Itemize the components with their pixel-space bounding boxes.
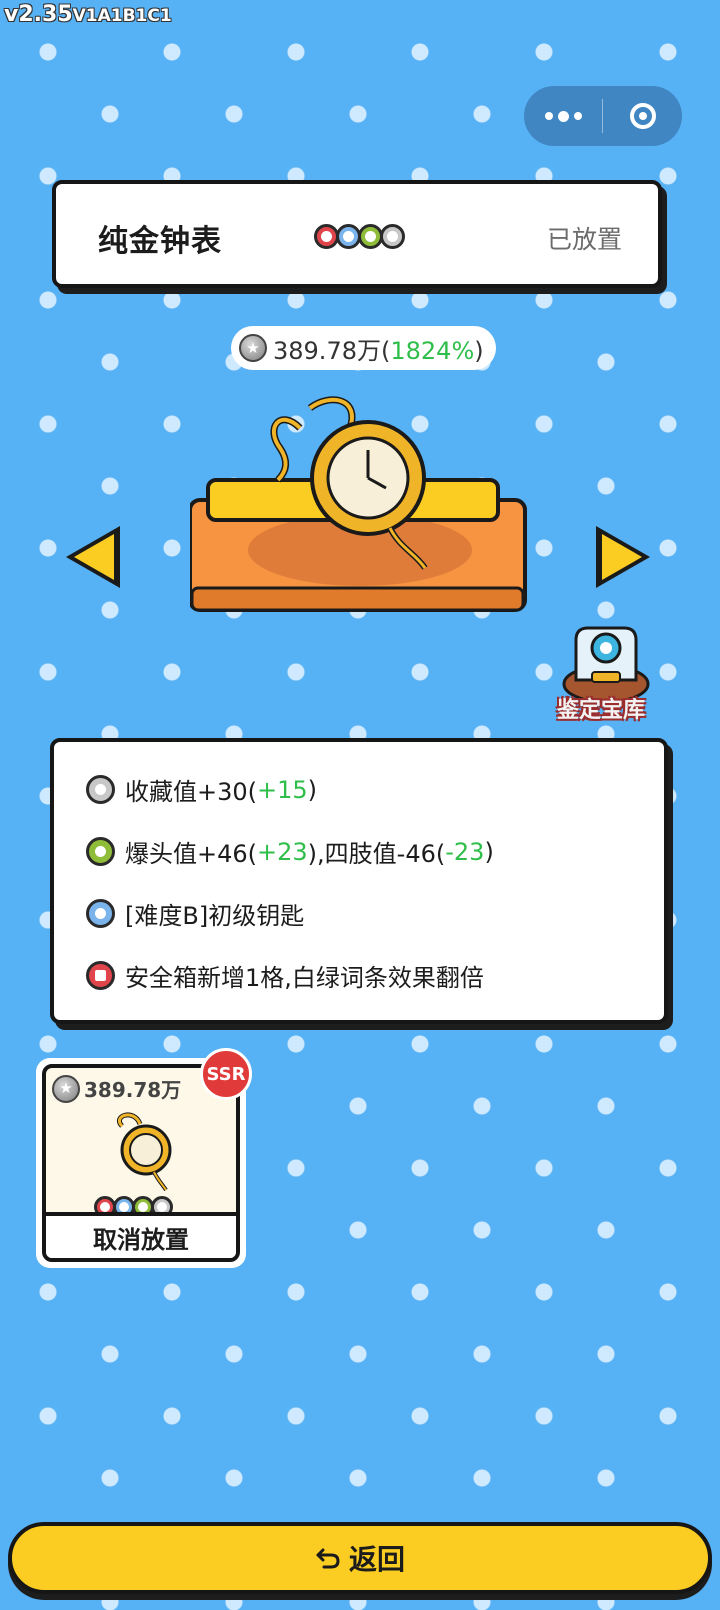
stat-collection: 收藏值+30(+15)	[86, 772, 317, 807]
gold-watch-thumbnail	[117, 1112, 172, 1192]
stat-safe-box: 安全箱新增1格,白绿词条效果翻倍	[86, 958, 484, 993]
red-gem-icon	[86, 961, 115, 990]
cancel-placement-button[interactable]: 取消放置	[46, 1212, 236, 1258]
price-value: 389.78万	[273, 336, 381, 365]
coin-icon: ★	[239, 334, 267, 362]
back-button-label: 返回	[348, 1543, 405, 1576]
more-dots-icon[interactable]	[524, 86, 602, 146]
gem-row	[314, 224, 405, 249]
item-title-card: 纯金钟表 已放置	[52, 180, 662, 288]
price-pill: ★ 389.78万(1824%)	[231, 326, 496, 370]
mini-program-capsule	[524, 86, 682, 146]
stat-key: [难度B]初级钥匙	[86, 896, 304, 931]
coin-icon: ★	[52, 1074, 80, 1103]
price-percent: 1824%	[390, 336, 475, 365]
back-button[interactable]: 返回	[8, 1522, 712, 1594]
item-card-price: ★ 389.78万	[52, 1074, 181, 1103]
appraisal-vault-label[interactable]: 鉴定宝库	[557, 692, 645, 724]
green-gem-icon	[86, 837, 115, 866]
version-label: v2.35V1A1B1C1	[4, 2, 172, 27]
display-pedestal-with-gold-watch	[190, 396, 527, 612]
attributes-card: 收藏值+30(+15) 爆头值+46(+23),四肢值-46(-23) [难度B…	[50, 738, 668, 1024]
item-name: 纯金钟表	[98, 224, 222, 259]
placement-status: 已放置	[546, 225, 622, 254]
previous-arrow-icon[interactable]	[60, 520, 126, 594]
stat-headshot-limbs: 爆头值+46(+23),四肢值-46(-23)	[86, 834, 494, 869]
grey-gem-icon	[380, 224, 405, 249]
blue-gem-icon	[86, 899, 115, 928]
ssr-rarity-badge: SSR	[200, 1048, 252, 1100]
grey-gem-icon	[86, 775, 115, 804]
return-arrow-icon	[316, 1548, 340, 1569]
target-circle-icon[interactable]	[603, 86, 682, 146]
next-arrow-icon[interactable]	[590, 520, 656, 594]
